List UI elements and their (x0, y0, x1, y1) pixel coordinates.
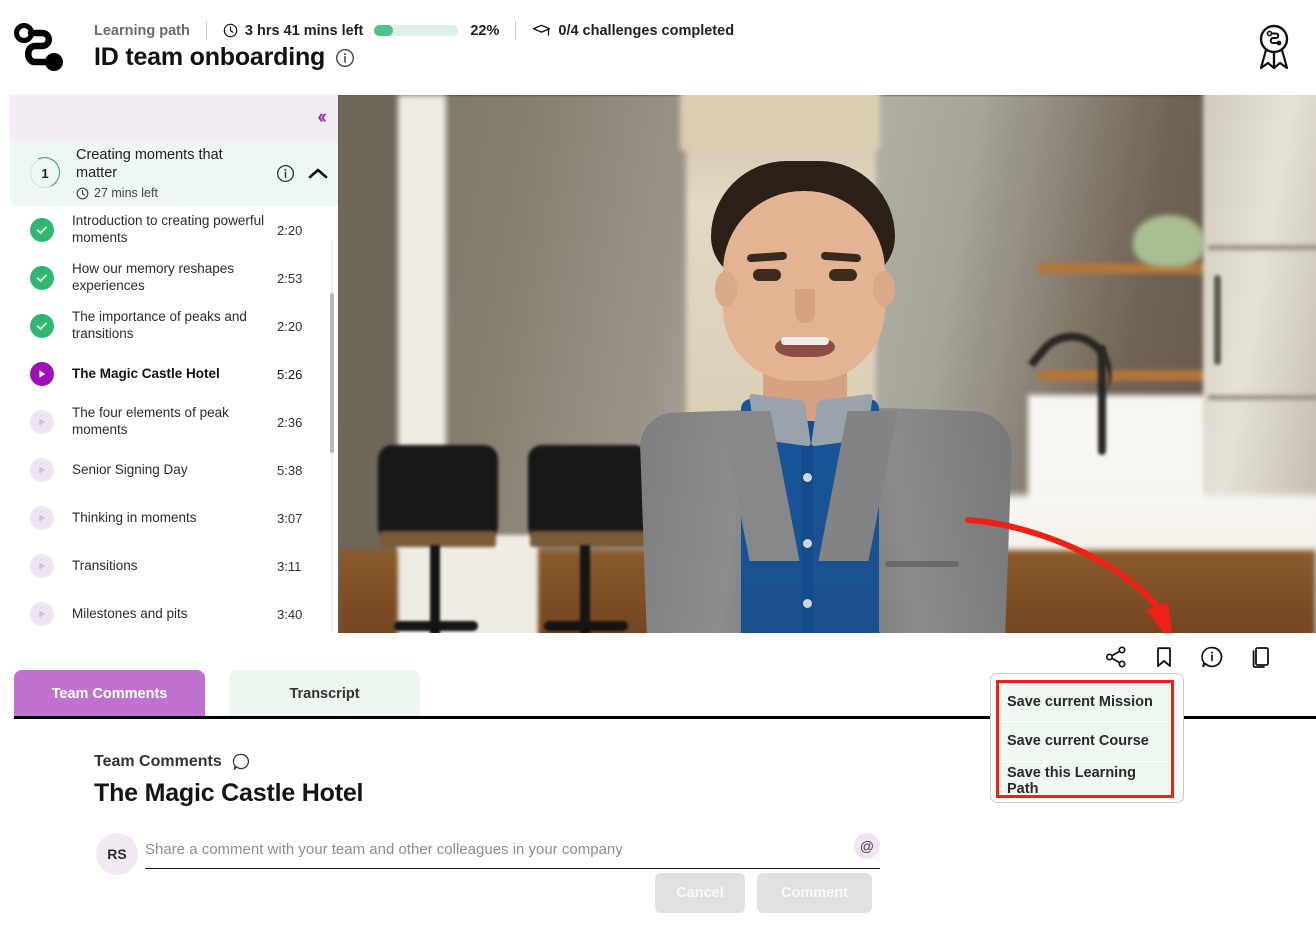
clock-icon (223, 23, 238, 38)
lesson-title: Senior Signing Day (72, 461, 188, 477)
time-left-text: 3 hrs 41 mins left (244, 22, 364, 39)
learning-path-logo (14, 23, 63, 71)
lesson-title: The four elements of peak moments (72, 405, 229, 437)
comment-input-wrapper: @ (145, 833, 880, 869)
chevron-up-icon[interactable] (308, 167, 328, 180)
save-dropdown-item[interactable]: Save this Learning Path (999, 762, 1171, 801)
copy-icon[interactable] (1248, 645, 1272, 669)
info-icon[interactable] (276, 164, 295, 183)
avatar: RS (96, 833, 138, 875)
time-left-group: 3 hrs 41 mins left (223, 23, 363, 39)
lesson-sidebar: ‹‹ 1 Creating moments that matter 27 min… (0, 95, 338, 633)
comment-button[interactable]: Comment (757, 873, 872, 913)
comments-kicker-text: Team Comments (94, 752, 222, 770)
lesson-title: Introduction to creating powerful moment… (72, 213, 265, 245)
video-player[interactable] (338, 95, 1316, 633)
lesson-title: Milestones and pits (72, 605, 188, 621)
play-circle-icon (30, 506, 54, 530)
award-ribbon-icon[interactable] (1254, 22, 1294, 70)
content-tabs: Team Comments Transcript (14, 670, 420, 718)
header-meta-row: Learning path 3 hrs 41 mins left 22% 0/4… (94, 21, 734, 40)
save-dropdown-item[interactable]: Save current Mission (999, 683, 1171, 723)
lesson-duration: 2:20 (277, 222, 303, 238)
tab-transcript[interactable]: Transcript (229, 670, 420, 718)
chapter-time-left-text: 27 mins left (94, 186, 158, 201)
chevron-double-left-icon[interactable]: ‹‹ (317, 108, 327, 127)
lesson-duration: 3:40 (277, 606, 303, 622)
progress-bar-fill (374, 25, 393, 36)
lesson-row[interactable]: The Magic Castle Hotel 5:26 (10, 350, 338, 398)
save-dropdown-item[interactable]: Save current Course (999, 722, 1171, 762)
lesson-duration: 3:07 (277, 510, 303, 526)
chapter-text-block: Creating moments that matter 27 mins lef… (76, 146, 276, 200)
app-header: Learning path 3 hrs 41 mins left 22% 0/4… (0, 0, 1316, 95)
chapter-header[interactable]: 1 Creating moments that matter 27 mins l… (10, 140, 338, 206)
video-subject (623, 161, 1053, 633)
challenges-text: 0/4 challenges completed (558, 22, 735, 39)
chapter-number-badge: 1 (30, 158, 60, 188)
play-circle-icon (30, 458, 54, 482)
challenges-group: 0/4 challenges completed (532, 23, 734, 39)
save-dropdown-highlight: Save current Mission Save current Course S… (996, 680, 1174, 798)
lesson-row[interactable]: How our memory reshapes experiences 2:53 (10, 254, 338, 302)
bookmark-icon[interactable] (1152, 645, 1176, 669)
chapter-number: 1 (41, 165, 49, 181)
page-title: ID team onboarding (94, 43, 355, 72)
cancel-button[interactable]: Cancel (655, 873, 745, 913)
lesson-duration: 3:11 (277, 558, 302, 574)
tab-team-comments[interactable]: Team Comments (14, 670, 205, 718)
comments-kicker: Team Comments (94, 752, 251, 771)
divider (205, 21, 207, 40)
graduation-cap-icon (533, 24, 551, 36)
comment-input[interactable] (145, 835, 835, 863)
lesson-title: How our memory reshapes experiences (72, 261, 235, 293)
play-circle-icon (30, 362, 54, 386)
sidebar-topbar: ‹‹ (10, 95, 338, 140)
play-circle-icon (30, 410, 54, 434)
lesson-row[interactable]: Introduction to creating powerful moment… (10, 206, 338, 254)
comment-bubble-icon (232, 753, 249, 770)
lesson-title: Transitions (72, 557, 138, 573)
divider (515, 21, 517, 40)
lesson-duration: 5:26 (277, 366, 303, 382)
lesson-row[interactable]: Thinking in moments 3:07 (10, 494, 338, 542)
chapter-time-left: 27 mins left (76, 186, 276, 200)
clock-icon (76, 187, 89, 200)
lesson-duration: 5:38 (277, 462, 303, 478)
info-icon[interactable] (335, 48, 355, 68)
lesson-duration: 2:36 (277, 414, 303, 430)
check-circle-icon (30, 314, 54, 338)
lesson-title: The importance of peaks and transitions (72, 309, 247, 341)
lesson-row[interactable]: Milestones and pits 3:40 (10, 590, 338, 633)
check-circle-icon (30, 266, 54, 290)
comments-title: The Magic Castle Hotel (94, 779, 364, 807)
sidebar-scrollbar[interactable] (330, 293, 334, 453)
page-title-text: ID team onboarding (94, 43, 326, 71)
share-icon[interactable] (1104, 645, 1128, 669)
save-dropdown-menu[interactable]: Save current Mission Save current Course S… (990, 673, 1184, 803)
info-bubble-icon[interactable] (1200, 645, 1224, 669)
progress-bar (374, 25, 459, 36)
chapter-actions (276, 164, 328, 183)
video-frame (338, 95, 1316, 633)
lesson-duration: 2:20 (277, 318, 303, 334)
lesson-row[interactable]: Senior Signing Day 5:38 (10, 446, 338, 494)
lesson-row[interactable]: The four elements of peak moments 2:36 (10, 398, 338, 446)
breadcrumb: Learning path (94, 22, 190, 39)
play-circle-icon (30, 554, 54, 578)
at-icon[interactable]: @ (854, 833, 880, 859)
lesson-row[interactable]: Transitions 3:11 (10, 542, 338, 590)
play-circle-icon (30, 602, 54, 626)
lesson-list: Introduction to creating powerful moment… (10, 206, 338, 633)
lesson-title: The Magic Castle Hotel (72, 365, 220, 381)
lesson-title: Thinking in moments (72, 509, 197, 525)
lesson-duration: 2:53 (277, 270, 303, 286)
check-circle-icon (30, 218, 54, 242)
lesson-row[interactable]: The importance of peaks and transitions 2… (10, 302, 338, 350)
chapter-title: Creating moments that matter (76, 146, 223, 181)
comment-actions: Cancel Comment (655, 873, 872, 913)
progress-percent: 22% (470, 22, 500, 39)
